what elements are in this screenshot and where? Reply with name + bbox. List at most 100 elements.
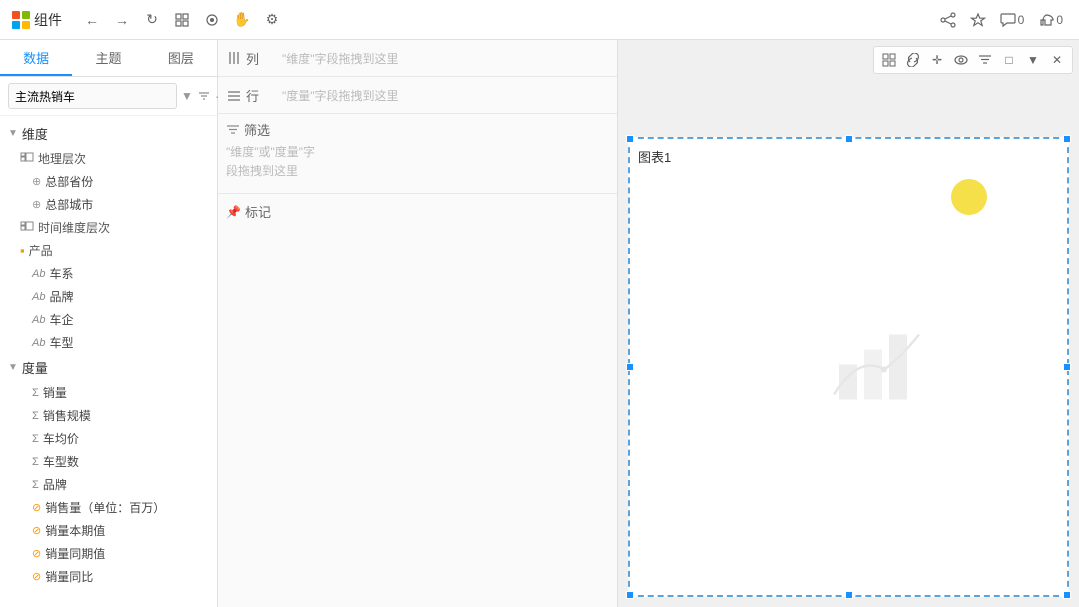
row-label: 行 xyxy=(226,86,276,105)
product-group[interactable]: ▪ 产品 xyxy=(0,239,217,262)
tab-layer[interactable]: 图层 xyxy=(145,40,217,76)
chart-tb-close[interactable]: ✕ xyxy=(1046,49,1068,71)
filter-label-text: 筛选 xyxy=(244,120,270,139)
filter-zone: 筛选 "维度"或"度量"字 段拖拽到这里 xyxy=(218,114,617,194)
list-item-modelcount[interactable]: Σ 车型数 xyxy=(0,450,217,473)
filter-placeholder: "维度"或"度量"字 段拖拽到这里 xyxy=(226,143,609,181)
main-content: 数据 主题 图层 ▼ ··· ▼ 维度 地理层次 xyxy=(0,40,1079,607)
list-item-brand-measure[interactable]: Σ 品牌 xyxy=(0,473,217,496)
geo-group-label: 地理层次 xyxy=(38,150,86,167)
chart-tb-grid[interactable] xyxy=(878,49,900,71)
handle-bot-left[interactable] xyxy=(626,591,634,599)
list-item-chelei[interactable]: Ab 车型 xyxy=(0,331,217,354)
redo-button[interactable]: → xyxy=(108,6,136,34)
chart-tb-square[interactable]: □ xyxy=(998,49,1020,71)
chart-area: ✛ □ ▼ ✕ 图表1 xyxy=(618,40,1079,607)
list-item-sales[interactable]: Σ 销量 xyxy=(0,381,217,404)
globe-icon-city: ⊕ xyxy=(32,198,41,211)
sidebar-tabs: 数据 主题 图层 xyxy=(0,40,217,77)
row-zone-row: 行 "度量"字段拖拽到这里 xyxy=(218,77,617,113)
search-input[interactable] xyxy=(8,83,177,109)
column-icon xyxy=(226,50,242,66)
handle-mid-left[interactable] xyxy=(626,363,634,371)
comment-count: 0 xyxy=(1018,13,1025,27)
chart-tb-move[interactable]: ✛ xyxy=(926,49,948,71)
list-item-chexing[interactable]: Ab 车系 xyxy=(0,262,217,285)
mark-header: 📌 标记 xyxy=(226,202,609,221)
handle-top-mid[interactable] xyxy=(845,135,853,143)
column-zone: 列 "维度"字段拖拽到这里 xyxy=(218,40,617,77)
time-group-label: 时间维度层次 xyxy=(38,219,110,236)
sidebar-search-row: ▼ ··· xyxy=(0,77,217,116)
chart-tb-filter[interactable] xyxy=(974,49,996,71)
filter-icon xyxy=(226,123,240,137)
row-zone: 行 "度量"字段拖拽到这里 xyxy=(218,77,617,114)
list-item-avgprice[interactable]: Σ 车均价 xyxy=(0,427,217,450)
comment-button[interactable]: 0 xyxy=(996,10,1029,30)
column-placeholder: "维度"字段拖拽到这里 xyxy=(276,46,609,71)
logo-cell-red xyxy=(12,11,20,19)
item-label-sales-million: 销售量（单位：百万） xyxy=(45,499,165,516)
handle-top-right[interactable] xyxy=(1063,135,1071,143)
dimension-section[interactable]: ▼ 维度 xyxy=(0,120,217,147)
top-toolbar: 组件 ← → ↻ ✋ ⚙ 0 0 xyxy=(0,0,1079,40)
type-icon-chejia: Ab xyxy=(32,314,45,326)
layout-button[interactable] xyxy=(168,6,196,34)
item-label-sales-yoy: 销量同比 xyxy=(45,568,93,585)
sigma-icon-sales: Σ xyxy=(32,387,39,399)
calc-icon-2: ⊘ xyxy=(32,524,41,537)
list-item-sales-million[interactable]: ⊘ 销售量（单位：百万） xyxy=(0,496,217,519)
chart-canvas: 图表1 xyxy=(628,137,1069,597)
chart-tb-eye[interactable] xyxy=(950,49,972,71)
tab-theme[interactable]: 主题 xyxy=(72,40,144,76)
toolbar-right: 0 0 xyxy=(936,10,1067,30)
type-icon-chelei: Ab xyxy=(32,337,45,349)
chart-tb-dropdown[interactable]: ▼ xyxy=(1022,49,1044,71)
list-item-chejia[interactable]: Ab 车企 xyxy=(0,308,217,331)
geo-icon xyxy=(20,150,34,167)
list-item-city[interactable]: ⊕ 总部城市 xyxy=(0,193,217,216)
logo-grid xyxy=(12,11,30,29)
tab-data[interactable]: 数据 xyxy=(0,40,72,76)
left-sidebar: 数据 主题 图层 ▼ ··· ▼ 维度 地理层次 xyxy=(0,40,218,607)
item-label-sales: 销量 xyxy=(43,384,67,401)
sidebar-content: ▼ 维度 地理层次 ⊕ 总部省份 ⊕ 总部城市 xyxy=(0,116,217,607)
filter-button[interactable] xyxy=(197,84,211,108)
view-button[interactable] xyxy=(198,6,226,34)
type-icon-chexing: Ab xyxy=(32,268,45,280)
sigma-icon-modelcount: Σ xyxy=(32,456,39,468)
list-item-sales-same[interactable]: ⊘ 销量同期值 xyxy=(0,542,217,565)
handle-bot-mid[interactable] xyxy=(845,591,853,599)
measure-section[interactable]: ▼ 度量 xyxy=(0,354,217,381)
logo-cell-yellow xyxy=(22,21,30,29)
list-item-pinpai[interactable]: Ab 品牌 xyxy=(0,285,217,308)
refresh-button[interactable]: ↻ xyxy=(138,6,166,34)
handle-bot-right[interactable] xyxy=(1063,591,1071,599)
item-label-chexing: 车系 xyxy=(49,265,73,282)
mark-label-text: 标记 xyxy=(245,202,271,221)
star-button[interactable] xyxy=(966,10,990,30)
handle-mid-right[interactable] xyxy=(1063,363,1071,371)
time-group[interactable]: 时间维度层次 xyxy=(0,216,217,239)
item-label-sales-same: 销量同期值 xyxy=(45,545,105,562)
sigma-icon-scale: Σ xyxy=(32,410,39,422)
like-count: 0 xyxy=(1056,13,1063,27)
undo-button[interactable]: ← xyxy=(78,6,106,34)
hand-button[interactable]: ✋ xyxy=(228,6,256,34)
list-item-province[interactable]: ⊕ 总部省份 xyxy=(0,170,217,193)
item-label-modelcount: 车型数 xyxy=(43,453,79,470)
list-item-scale[interactable]: Σ 销售规模 xyxy=(0,404,217,427)
handle-top-left[interactable] xyxy=(626,135,634,143)
like-button[interactable]: 0 xyxy=(1034,10,1067,30)
geo-group[interactable]: 地理层次 xyxy=(0,147,217,170)
pin-icon: 📌 xyxy=(226,205,241,219)
app-title: 组件 xyxy=(34,10,62,30)
search-dropdown-btn[interactable]: ▼ xyxy=(181,84,193,108)
item-label-city: 总部城市 xyxy=(45,196,93,213)
list-item-sales-current[interactable]: ⊘ 销量本期值 xyxy=(0,519,217,542)
column-label: 列 xyxy=(226,49,276,68)
share-button[interactable] xyxy=(936,10,960,30)
list-item-sales-yoy[interactable]: ⊘ 销量同比 xyxy=(0,565,217,588)
settings-button[interactable]: ⚙ xyxy=(258,6,286,34)
chart-tb-link[interactable] xyxy=(902,49,924,71)
